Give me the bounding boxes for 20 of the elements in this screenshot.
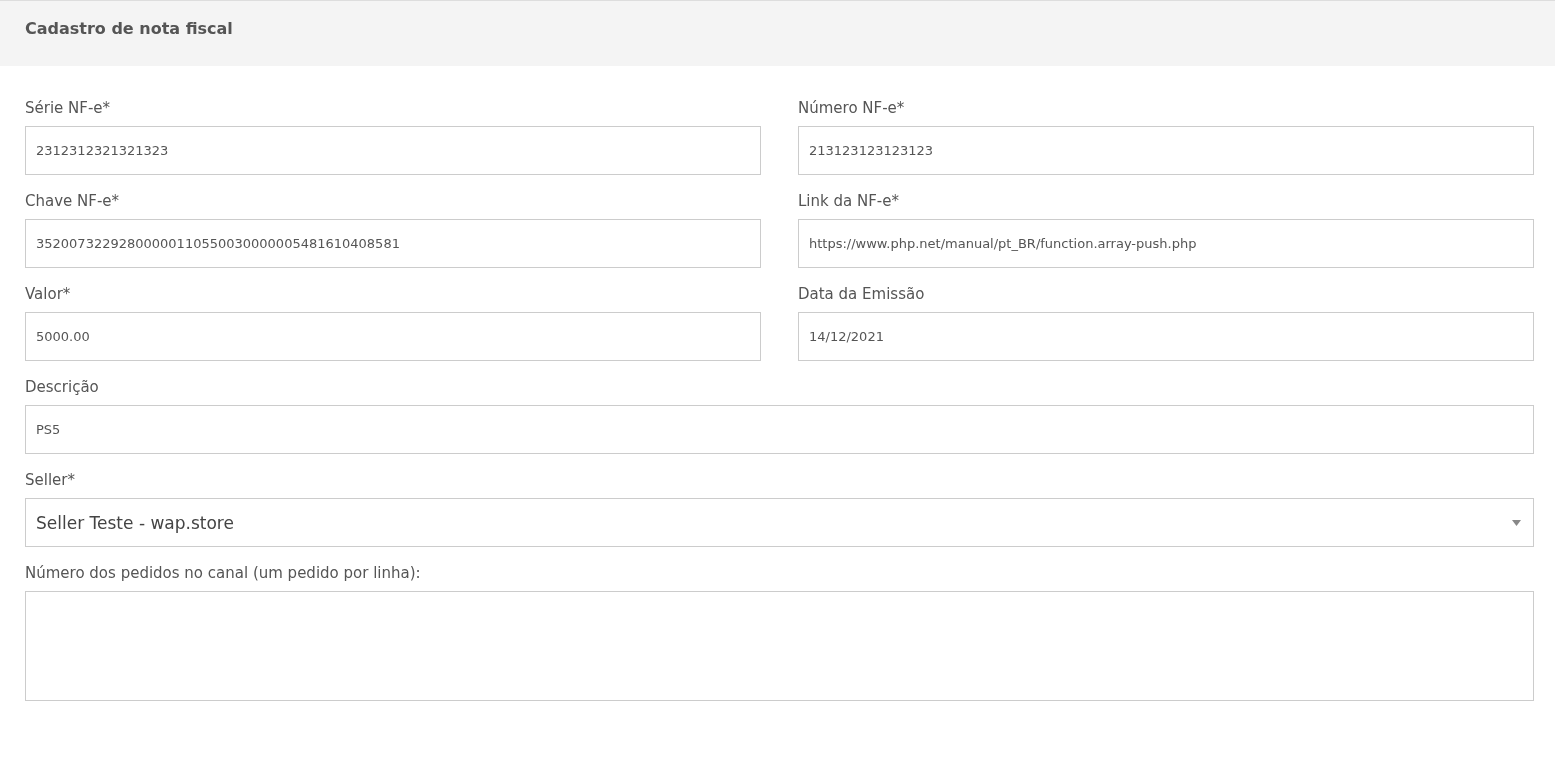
input-field[interactable]: 5000.00	[25, 312, 761, 361]
input-field[interactable]: 35200732292800000110550030000005481610408581	[25, 219, 761, 268]
input-field[interactable]: 213123123123123	[798, 126, 1534, 175]
field-label: Número dos pedidos no canal (um pedido por linha):	[25, 564, 421, 582]
field-label: Link da NF-e*	[798, 192, 899, 210]
input-field[interactable]: 14/12/2021	[798, 312, 1534, 361]
field-label: Série NF-e*	[25, 99, 111, 117]
field-label: Descrição	[25, 378, 99, 396]
field-label: Seller*	[25, 471, 75, 489]
input-field[interactable]: 2312312321321323	[25, 126, 761, 175]
field-label: Data da Emissão	[798, 285, 925, 303]
field-label: Valor*	[25, 285, 71, 303]
form-title: Cadastro de nota fiscal	[25, 19, 233, 38]
field-label: Chave NF-e*	[25, 192, 120, 210]
textarea-field[interactable]	[25, 591, 1534, 701]
input-field[interactable]: https://www.php.net/manual/pt_BR/function.array-push.php	[798, 219, 1534, 268]
select-field[interactable]: Seller Teste - wap.store	[25, 498, 1534, 547]
caret-icon	[1512, 519, 1521, 526]
field-label: Número NF-e*	[798, 99, 905, 117]
input-field[interactable]: PS5	[25, 405, 1534, 454]
